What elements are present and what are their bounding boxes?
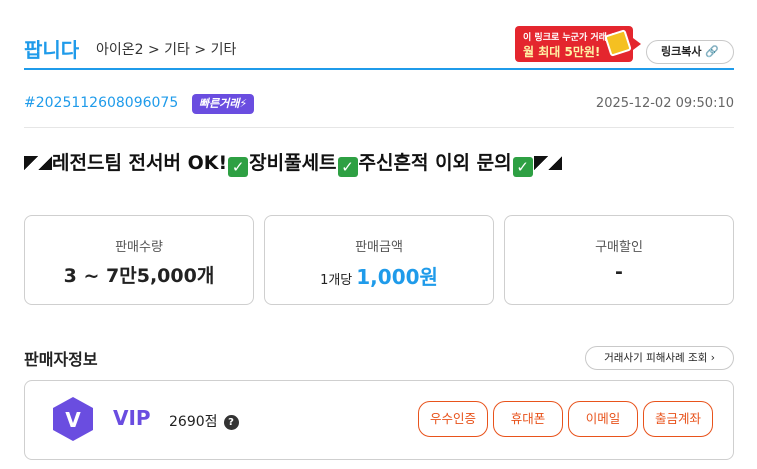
triangle-icon — [533, 156, 548, 170]
card-value: 3 ~ 7만5,000개 — [63, 265, 215, 287]
fraud-check-button[interactable]: 거래사기 피해사례 조회 › — [585, 346, 734, 370]
seller-section-title: 판매자정보 — [24, 350, 98, 369]
copy-link-button[interactable]: 링크복사 🔗 — [646, 40, 734, 64]
title-part-3: 주신흔적 이외 문의 — [358, 152, 512, 174]
timestamp: 2025-12-02 09:50:10 — [595, 96, 734, 111]
help-icon[interactable]: ? — [223, 415, 239, 430]
seller-info-box: V VIP 2690점? 우수인증 휴대폰 이메일 출금계좌 — [24, 380, 734, 460]
verify-email-button[interactable]: 이메일 — [568, 401, 638, 437]
title-part-2: 장비풀세트 — [249, 152, 337, 174]
card-label: 구매할인 — [595, 240, 643, 255]
verify-excellent-button[interactable]: 우수인증 — [418, 401, 488, 437]
check-icon: ✓ — [337, 157, 358, 177]
title-part-1: 레전드팀 전서버 OK! — [52, 152, 228, 174]
listing-title: 레전드팀 전서버 OK! ✓ 장비풀세트 ✓ 주신흔적 이외 문의 ✓ — [24, 148, 562, 177]
sale-quantity-card: 판매수량 3 ~ 7만5,000개 — [24, 215, 254, 305]
seller-grade: VIP — [113, 406, 151, 430]
check-icon: ✓ — [512, 157, 533, 177]
promo-arrow-icon — [633, 38, 641, 50]
card-label: 판매금액 — [355, 240, 403, 255]
triangle-icon — [24, 156, 38, 170]
verify-account-button[interactable]: 출금계좌 — [643, 401, 713, 437]
breadcrumb[interactable]: 아이온2 > 기타 > 기타 — [96, 39, 236, 59]
promo-banner[interactable]: 이 링크로 누군가 거래 시 월 최대 5만원! — [515, 26, 641, 62]
trade-meta: #2025112608096075 빠른거래⚡ 2025-12-02 09:50… — [24, 92, 734, 128]
card-value: - — [615, 261, 623, 283]
gift-icon — [604, 29, 632, 57]
card-value: 1개당 1,000원 — [265, 261, 493, 290]
vip-grade-icon: V — [53, 397, 93, 441]
check-icon: ✓ — [228, 157, 249, 177]
price-unit: 1개당 — [320, 273, 353, 288]
sale-price-card: 판매금액 1개당 1,000원 — [264, 215, 494, 305]
page-header: 팝니다 아이온2 > 기타 > 기타 이 링크로 누군가 거래 시 월 최대 5… — [24, 26, 734, 70]
card-label: 판매수량 — [115, 240, 163, 255]
verify-phone-button[interactable]: 휴대폰 — [493, 401, 563, 437]
seller-points: 2690점? — [169, 411, 239, 431]
points-value: 2690점 — [169, 414, 218, 430]
purchase-discount-card: 구매할인 - — [504, 215, 734, 305]
page-title: 팝니다 — [24, 38, 80, 62]
fast-trade-badge: 빠른거래⚡ — [192, 94, 255, 114]
grade-letter: V — [65, 408, 81, 432]
promo-line2: 월 최대 5만원! — [523, 45, 601, 59]
trade-id: #2025112608096075 — [24, 95, 179, 111]
price-value: 1,000원 — [356, 265, 438, 289]
triangle-icon — [38, 156, 52, 170]
triangle-icon — [547, 156, 562, 170]
